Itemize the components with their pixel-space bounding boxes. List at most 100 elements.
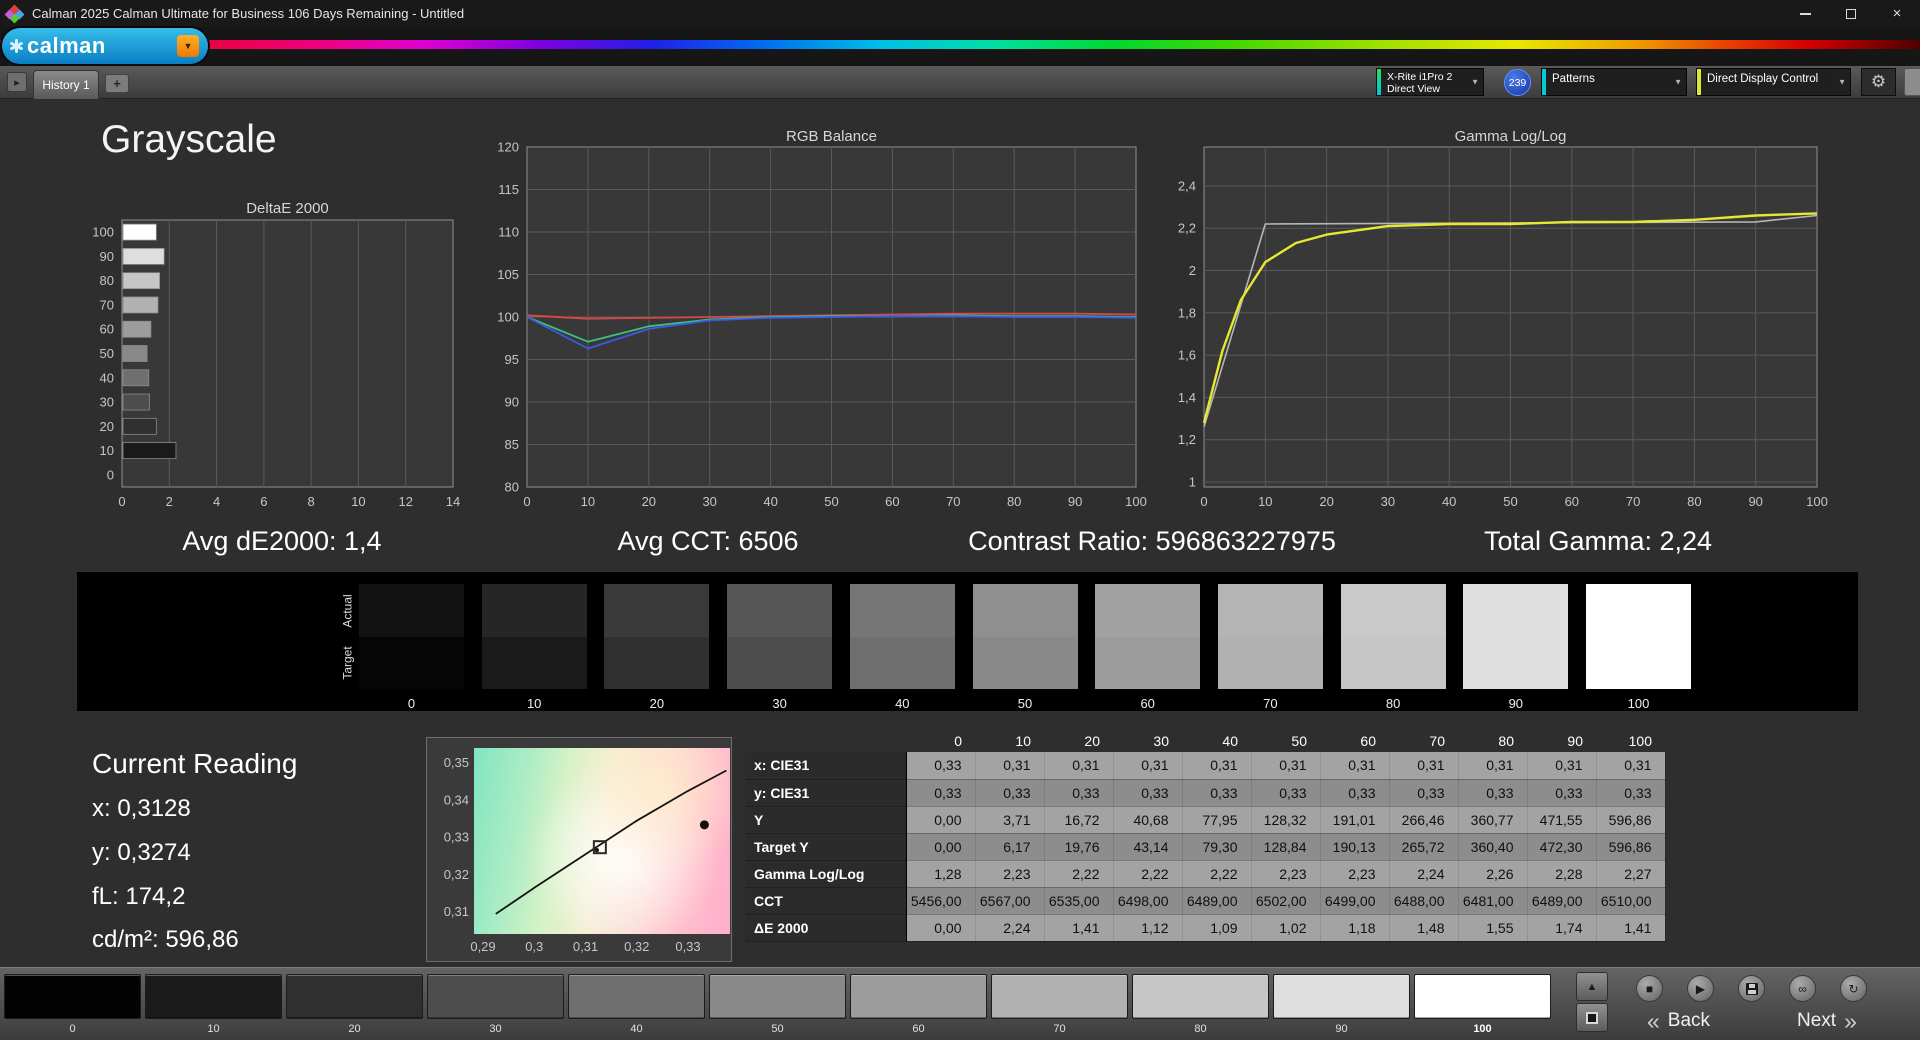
table-row-label: Y [745,806,907,834]
axis-tick-label: 80 [1007,494,1021,509]
tab-history-1[interactable]: History 1 [33,70,99,99]
display-control-dropdown[interactable]: Direct Display Control ▼ [1696,68,1851,96]
table-cell: 6498,00 [1113,887,1183,915]
continuous-measure-button[interactable]: ∞ [1789,975,1816,1002]
meter-count-badge[interactable]: 239 [1504,69,1531,96]
table-cell: 0,00 [906,833,976,861]
window-title: Calman 2025 Calman Ultimate for Business… [32,6,465,21]
grayscale-swatch-strip: Actual Target 0 10 20 30 40 50 60 70 80 90 100 [77,572,1858,711]
pattern-button-60[interactable] [850,974,987,1019]
table-cell: 0,31 [975,752,1045,780]
settings-gear-button[interactable]: ⚙ [1861,68,1896,96]
current-reading-title: Current Reading [92,748,298,779]
add-tab-button[interactable]: + [105,74,129,93]
logo-menu-arrow-icon[interactable]: ▼ [177,35,199,57]
axis-tick-label: 2,4 [1178,178,1196,193]
table-row: x: CIE31 0,33 0,31 0,31 0,31 0,31 0,31 0,31 0,31… [745,752,1666,780]
reference-point [699,820,709,830]
edge-partial-button[interactable] [1904,68,1920,96]
pattern-button-100[interactable] [1414,974,1551,1019]
minimize-icon [1799,12,1811,15]
meter-status-stripe [1377,69,1381,95]
table-cell: 1,12 [1113,914,1183,942]
table-cell: 0,31 [1044,752,1114,780]
back-button[interactable]: « Back [1647,1007,1710,1035]
cie-chart: 0,29 0,3 0,31 0,32 0,33 0,35 0,34 0,33 0,32 0,31 [444,755,727,954]
deltae-bar [122,320,152,338]
rainbow-strip [0,40,1920,49]
pattern-window-icon [1586,1011,1598,1024]
pattern-button-30[interactable] [427,974,564,1019]
deltae-bar [122,345,148,362]
play-button[interactable]: ▶ [1687,975,1714,1002]
loop-button[interactable]: ↻ [1840,975,1867,1002]
table-cell: 2,23 [975,860,1045,888]
table-cell: 2,22 [1113,860,1183,888]
table-cell: 128,32 [1251,806,1321,834]
axis-tick-label: 2 [166,494,173,509]
table-cell: 0,33 [1044,779,1114,807]
axis-tick-label: 20 [100,419,114,434]
pattern-button-40[interactable] [568,974,705,1019]
axis-tick-label: 50 [100,346,114,361]
pattern-button-0[interactable] [4,974,141,1019]
minimize-button[interactable] [1782,0,1828,27]
table-cell: 0,31 [1389,752,1459,780]
pattern-button-50[interactable] [709,974,846,1019]
stop-button[interactable]: ■ [1636,975,1663,1002]
table-cell: 19,76 [1044,833,1114,861]
calman-logo-button[interactable]: calman ▼ [2,28,208,64]
table-cell: 0,33 [1596,779,1666,807]
cie-chart-panel: 0,29 0,3 0,31 0,32 0,33 0,35 0,34 0,33 0,32 0,31 [426,737,732,962]
axis-tick-label: 0 [523,494,530,509]
meter-dropdown[interactable]: X-Rite i1Pro 2 Direct View ▼ [1376,68,1484,96]
table-cell: 0,31 [1113,752,1183,780]
table-cell: 0,33 [1389,779,1459,807]
pattern-button-10[interactable] [145,974,282,1019]
swatch-label: 30 [772,696,787,711]
restore-button[interactable] [1828,0,1874,27]
axis-tick-label: 4 [213,494,220,509]
table-cell: 0,31 [1596,752,1666,780]
next-button[interactable]: Next » [1797,1007,1857,1035]
axis-tick-label: 0 [118,494,125,509]
pattern-bar: 0 10 20 30 40 50 60 70 80 90 100 ▲ ■ ▶ ∞ ↻ « Back … [0,967,1920,1040]
pattern-button-80[interactable] [1132,974,1269,1019]
table-cell: 0,33 [1113,779,1183,807]
axis-tick-label: 60 [885,494,899,509]
axis-tick-label: 0,33 [675,939,700,954]
pattern-window-up-button[interactable]: ▲ [1576,972,1608,1001]
chevron-down-icon: ▼ [1471,77,1479,87]
patterns-dropdown[interactable]: Patterns ▼ [1541,68,1687,96]
swatch-label: 10 [526,696,542,711]
table-cell: 2,24 [1389,860,1459,888]
table-cell: 6502,00 [1251,887,1321,915]
swatch-40 [849,584,955,689]
axis-tick-label: 85 [505,437,519,452]
history-nav-icon[interactable]: ▸ [7,72,27,92]
axis-tick-label: 0,3 [525,939,543,954]
close-button[interactable]: × [1874,0,1920,27]
axis-tick-label: 0 [107,467,114,482]
restore-icon [1846,8,1856,19]
app-icon [4,4,25,23]
pattern-button-label: 80 [1194,1023,1207,1035]
table-cell: 0,31 [1320,752,1390,780]
pattern-button-20[interactable] [286,974,423,1019]
deltae-bar [122,296,159,314]
table-cell: 360,40 [1458,833,1528,861]
pattern-window-button[interactable] [1576,1003,1608,1032]
axis-tick-label: 80 [1687,494,1701,509]
table-cell: 6,17 [975,833,1045,861]
table-cell: 1,55 [1458,914,1528,942]
current-reading-cdm2: cd/m²: 596,86 [92,926,239,953]
save-button[interactable] [1738,975,1765,1002]
pattern-button-70[interactable] [991,974,1128,1019]
table-cell: 1,48 [1389,914,1459,942]
table-cell: 596,86 [1596,806,1666,834]
swatch-0 [359,584,464,689]
table-cell: 6535,00 [1044,887,1114,915]
table-cell: 0,33 [975,779,1045,807]
pattern-button-90[interactable] [1273,974,1410,1019]
table-cell: 2,22 [1182,860,1252,888]
